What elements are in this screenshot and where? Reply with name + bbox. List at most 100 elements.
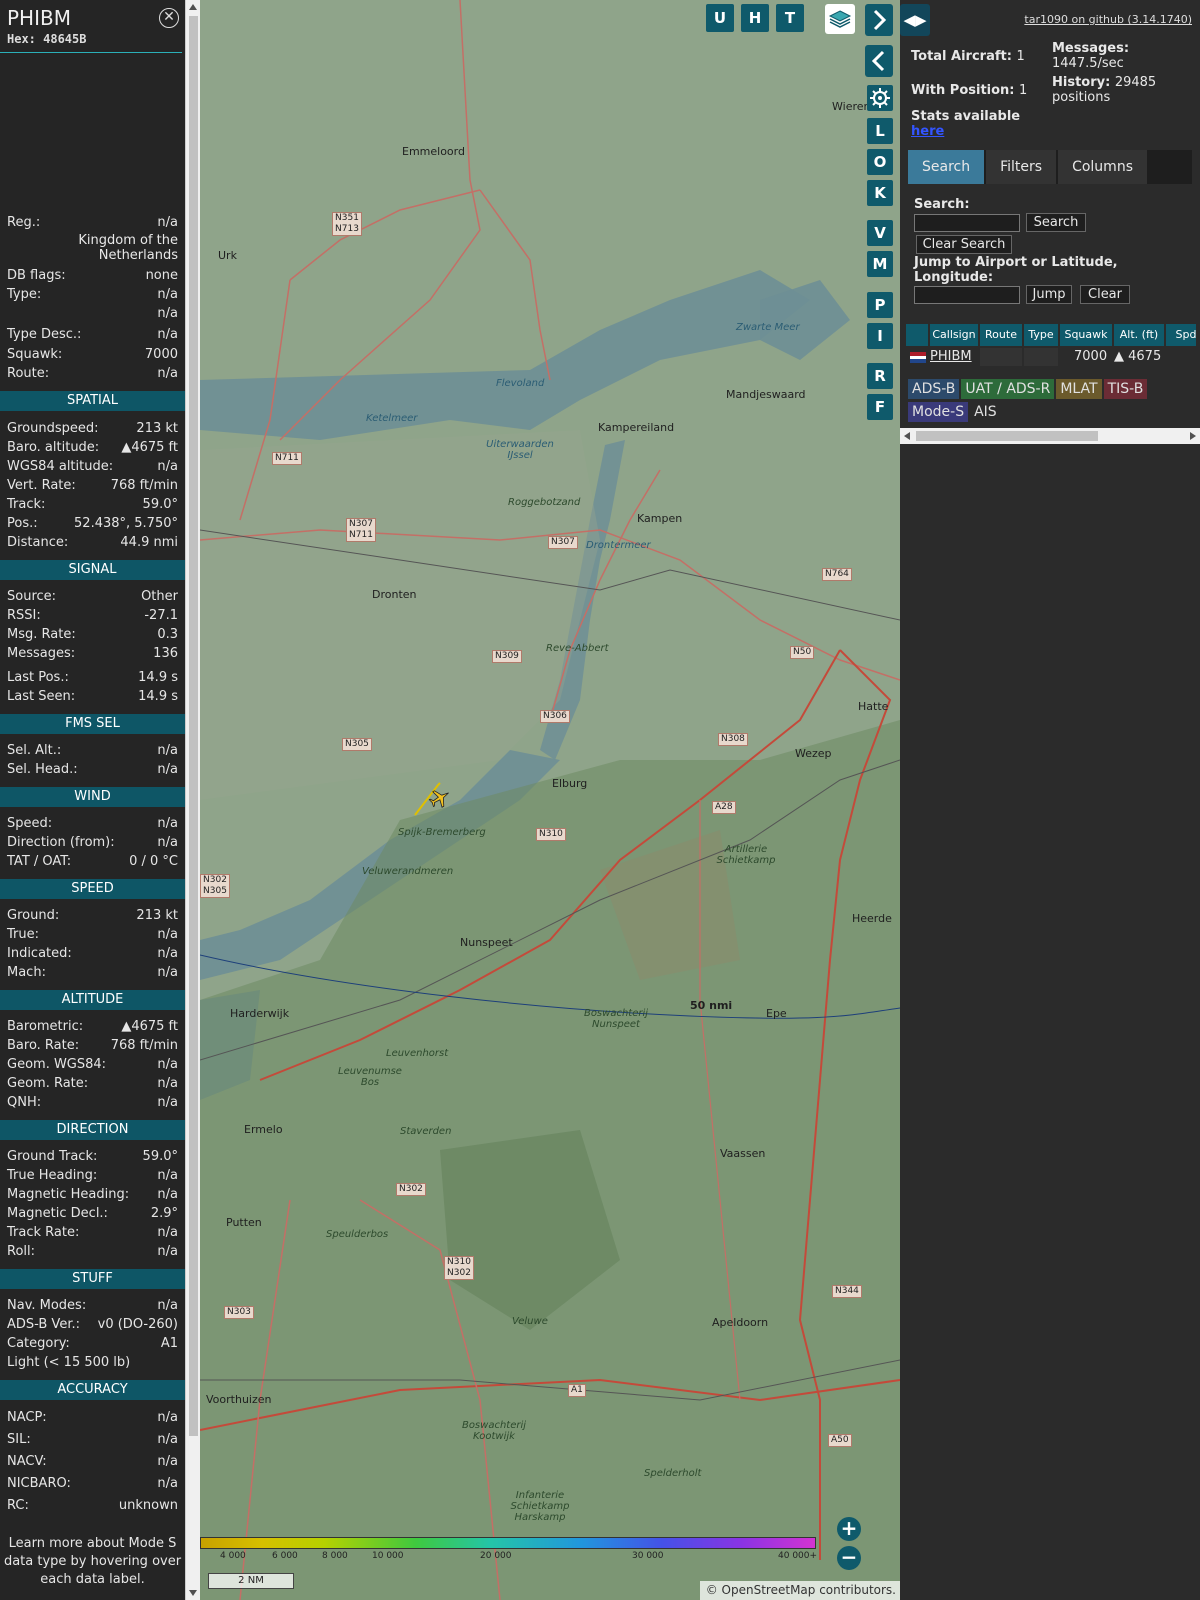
search-input[interactable]: [914, 214, 1020, 232]
scroll-right-icon[interactable]: [1190, 432, 1196, 440]
scroll-left-icon[interactable]: [904, 432, 910, 440]
area-label: Artillerie Schietkamp: [716, 844, 776, 866]
stuff-section-header: STUFF: [0, 1269, 185, 1289]
map-toggle-f-button[interactable]: F: [867, 394, 893, 420]
road-shield: N302: [396, 1183, 426, 1196]
signal-rssi-row: RSSI: -27.1: [7, 606, 178, 624]
zoom-out-button[interactable]: −: [837, 1546, 861, 1570]
tab-columns[interactable]: Columns: [1058, 150, 1147, 184]
map-toggle-m-button[interactable]: M: [867, 251, 893, 277]
altitude-baro-rate-label: Baro. Rate:: [7, 1037, 80, 1053]
road-shield: N305: [342, 738, 372, 751]
h-scrollbar-thumb[interactable]: [916, 431, 1098, 441]
column-type[interactable]: Type: [1024, 324, 1058, 346]
scroll-up-icon[interactable]: [189, 4, 197, 10]
search-button[interactable]: Search: [1026, 213, 1086, 232]
legend-tick-label: 40 000+: [778, 1551, 818, 1561]
place-label: Vaassen: [720, 1147, 766, 1160]
map-attribution[interactable]: © OpenStreetMap contributors.: [700, 1581, 900, 1600]
search-label: Search:: [914, 197, 970, 212]
aircraft-list-panel: ◀▶ tar1090 on github (3.14.1740) Total A…: [900, 0, 1200, 1600]
basic-4-row: Type Desc.: n/a: [7, 325, 178, 343]
signal-last-seen-label: Last Seen:: [7, 688, 76, 704]
expand-right-button[interactable]: [865, 4, 893, 36]
row-callsign[interactable]: PHIBM: [930, 348, 972, 366]
column-route[interactable]: Route: [980, 324, 1022, 346]
collapse-left-button[interactable]: [865, 45, 893, 77]
basic-6-row: Route: n/a: [7, 364, 178, 382]
accuracy-nacp-value: n/a: [157, 1409, 178, 1425]
place-label: Hatte: [858, 700, 889, 713]
scroll-down-icon[interactable]: [189, 1590, 197, 1596]
close-icon[interactable]: ✕: [159, 8, 179, 28]
map-toggle-v-button[interactable]: V: [867, 220, 893, 246]
info-panel-scrollbar[interactable]: [185, 0, 200, 1600]
altitude-geom-wgs84-value: n/a: [157, 1056, 178, 1072]
spatial-baro-altitude-row: Baro. altitude: ▲4675 ft: [7, 438, 178, 456]
source-badge-uat-ads-r: UAT / ADS-R: [961, 379, 1055, 399]
scrollbar-thumb[interactable]: [189, 16, 198, 1436]
stats-link[interactable]: here: [911, 124, 944, 139]
source-badge-tis-b: TIS-B: [1103, 379, 1148, 399]
altitude-geom-rate-value: n/a: [157, 1075, 178, 1091]
map-view[interactable]: Emmeloord Urk Kampereiland Kampen Dronten Elb…: [200, 0, 900, 1600]
map-toggle-o-button[interactable]: O: [867, 149, 893, 175]
stuff-category-row: Category: A1: [7, 1334, 178, 1352]
map-toggle-k-button[interactable]: K: [867, 180, 893, 206]
tab-filters[interactable]: Filters: [986, 150, 1057, 184]
clear-search-button[interactable]: Clear Search: [916, 235, 1012, 254]
direction-section-header: DIRECTION: [0, 1120, 185, 1140]
signal-messages-label: Messages:: [7, 645, 76, 661]
zoom-in-button[interactable]: +: [837, 1517, 861, 1541]
jump-button[interactable]: Jump: [1026, 285, 1072, 304]
map-toggle-p-button[interactable]: P: [867, 292, 893, 318]
stuff-nav-modes-value: n/a: [157, 1297, 178, 1313]
source-badge-ais: AIS: [970, 402, 1001, 422]
basic-0-label: Reg.:: [7, 214, 41, 230]
column-squawk[interactable]: Squawk: [1060, 324, 1112, 346]
tab-search[interactable]: Search: [908, 150, 985, 184]
with-position-label: With Position:: [911, 83, 1015, 98]
total-aircraft-stat: Total Aircraft: 1: [911, 49, 1025, 64]
map-base: [200, 0, 900, 1600]
altitude-geom-rate-row: Geom. Rate: n/a: [7, 1074, 178, 1092]
signal-last-pos-value: 14.9 s: [138, 669, 178, 685]
aircraft-icon[interactable]: [428, 786, 452, 810]
stuff-ads-b-ver-row: ADS-B Ver.: v0 (DO-260): [7, 1315, 178, 1333]
clear-button[interactable]: Clear: [1080, 285, 1130, 304]
jump-input[interactable]: [914, 286, 1020, 304]
area-label: Drontermeer: [586, 540, 651, 551]
github-link[interactable]: tar1090 on github (3.14.1740): [1024, 13, 1192, 26]
spatial-groundspeed-value: 213 kt: [136, 420, 178, 436]
signal-source-row: Source: Other: [7, 587, 178, 605]
toggle-sidebar-button[interactable]: ◀▶: [900, 4, 930, 36]
layers-button[interactable]: [825, 4, 855, 34]
map-toggle-u-button[interactable]: U: [706, 4, 734, 32]
column-callsign[interactable]: Callsign: [930, 324, 978, 346]
area-label: Flevoland: [496, 378, 545, 389]
map-toggle-h-button[interactable]: H: [741, 4, 769, 32]
road-shield: N344: [832, 1285, 862, 1298]
area-label: Staverden: [400, 1126, 452, 1137]
table-horizontal-scrollbar[interactable]: [900, 428, 1200, 444]
stats-available: Stats available here: [911, 109, 1020, 139]
place-label: Apeldoorn: [712, 1316, 769, 1329]
column-speed[interactable]: Spd: [1166, 324, 1196, 346]
map-toggle-t-button[interactable]: T: [776, 4, 804, 32]
map-toggle-l-button[interactable]: L: [867, 118, 893, 144]
stuff-category-label: Category:: [7, 1335, 70, 1351]
signal-last-seen-value: 14.9 s: [138, 688, 178, 704]
settings-button[interactable]: [867, 85, 893, 111]
spatial-track-row: Track: 59.0°: [7, 495, 178, 513]
legend-tick-label: 10 000: [372, 1551, 404, 1561]
area-label: Infanterie Schietkamp Harskamp: [510, 1490, 570, 1523]
direction-true-heading-label: True Heading:: [7, 1167, 98, 1183]
spatial-track-label: Track:: [7, 496, 46, 512]
altitude-qnh-row: QNH: n/a: [7, 1093, 178, 1111]
column-altitude[interactable]: Alt. (ft): [1114, 324, 1164, 346]
flag-column-header[interactable]: [906, 324, 928, 346]
map-toggle-r-button[interactable]: R: [867, 363, 893, 389]
legend-tick-label: 4 000: [220, 1551, 246, 1561]
map-toggle-i-button[interactable]: I: [867, 323, 893, 349]
fms-sel-head-row: Sel. Head.: n/a: [7, 760, 178, 778]
